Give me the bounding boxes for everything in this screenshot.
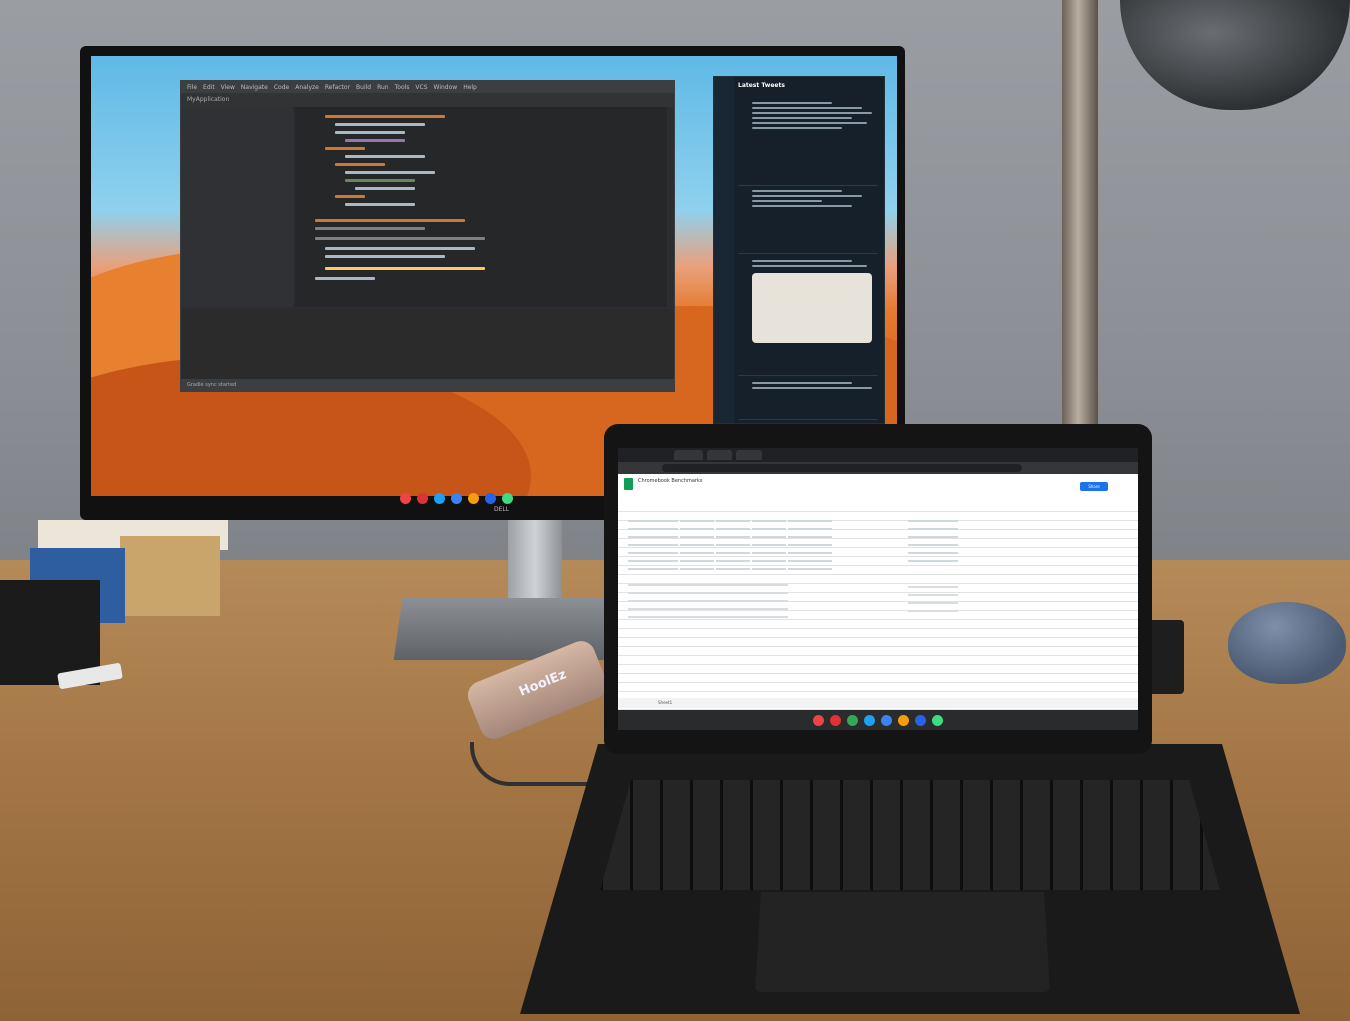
menu-item[interactable]: View	[221, 84, 235, 91]
gmail-icon[interactable]	[417, 492, 428, 504]
tweet[interactable]	[738, 187, 878, 254]
table-column	[752, 518, 786, 570]
floor-lamp-pole	[1062, 0, 1098, 430]
sheets-header: Chromebook Benchmarks Share	[618, 474, 1138, 505]
chrome-toolbar[interactable]	[618, 462, 1138, 474]
tweet[interactable]	[738, 379, 878, 420]
menu-item[interactable]: Help	[463, 84, 477, 91]
smart-speaker	[1228, 602, 1346, 684]
tweet[interactable]	[738, 99, 878, 186]
menu-item[interactable]: Build	[356, 84, 371, 91]
laptop-keyboard[interactable]	[600, 780, 1220, 890]
android-studio-icon[interactable]	[932, 714, 943, 726]
chromeos-shelf[interactable]	[618, 710, 1138, 730]
vscode-icon[interactable]	[485, 492, 496, 504]
address-bar[interactable]	[662, 464, 1022, 472]
menu-item[interactable]: Edit	[203, 84, 215, 91]
menu-item[interactable]: VCS	[415, 84, 427, 91]
table-column	[680, 518, 714, 570]
chrome-icon[interactable]	[400, 492, 411, 504]
laptop-trackpad[interactable]	[755, 892, 1050, 992]
monitor-stand-neck	[508, 520, 562, 610]
tweet-image[interactable]	[752, 273, 872, 343]
ide-menu-bar[interactable]: File Edit View Navigate Code Analyze Ref…	[181, 81, 674, 93]
sheets-icon	[624, 478, 633, 490]
files-icon[interactable]	[881, 714, 892, 726]
browser-tab[interactable]	[706, 450, 732, 460]
table-block	[628, 582, 788, 618]
share-button[interactable]: Share	[1080, 482, 1108, 491]
browser-tab[interactable]	[735, 450, 763, 460]
gmail-icon[interactable]	[830, 714, 841, 726]
chrome-tab-strip[interactable]	[618, 448, 1138, 462]
android-studio-icon[interactable]	[502, 492, 513, 504]
table-block	[908, 582, 958, 612]
monitor-brand-logo: DELL	[494, 506, 510, 513]
laptop-screen[interactable]: Chromebook Benchmarks Share Sheet1	[618, 448, 1138, 730]
chrome-icon[interactable]	[813, 714, 824, 726]
ide-build-output	[181, 309, 674, 379]
play-store-icon[interactable]	[847, 714, 858, 726]
menu-item[interactable]: File	[187, 84, 197, 91]
ide-project-panel[interactable]	[181, 107, 293, 307]
photos-icon[interactable]	[898, 714, 909, 726]
phone	[1148, 620, 1184, 694]
ide-status-bar: Gradle sync started	[181, 379, 674, 391]
tan-box	[120, 536, 220, 616]
sheet-tab[interactable]: Sheet1	[658, 700, 672, 705]
ide-project-bar: MyApplication	[181, 93, 674, 107]
ide-code-editor[interactable]	[295, 107, 667, 307]
files-icon[interactable]	[451, 492, 462, 504]
twitter-window[interactable]: Latest Tweets	[713, 76, 885, 424]
menu-item[interactable]: Run	[377, 84, 389, 91]
table-column	[908, 518, 958, 562]
menu-item[interactable]: Refactor	[325, 84, 350, 91]
menu-item[interactable]: Window	[434, 84, 458, 91]
menu-item[interactable]: Tools	[395, 84, 410, 91]
tweet[interactable]	[738, 257, 878, 376]
monitor-shelf[interactable]	[400, 488, 610, 508]
spreadsheet-grid[interactable]	[618, 504, 1138, 710]
twitter-nav-rail[interactable]	[714, 77, 734, 423]
vscode-icon[interactable]	[915, 714, 926, 726]
table-column	[788, 518, 832, 570]
menu-item[interactable]: Code	[274, 84, 289, 91]
twitter-icon[interactable]	[434, 492, 445, 504]
browser-tab[interactable]	[674, 450, 703, 460]
table-column	[716, 518, 750, 570]
table-column	[628, 518, 678, 570]
photos-icon[interactable]	[468, 492, 479, 504]
menu-item[interactable]: Analyze	[295, 84, 319, 91]
menu-item[interactable]: Navigate	[241, 84, 268, 91]
sheet-tabs[interactable]: Sheet1	[618, 698, 1138, 708]
android-studio-window[interactable]: File Edit View Navigate Code Analyze Ref…	[180, 80, 675, 392]
sheet-title[interactable]: Chromebook Benchmarks	[638, 478, 702, 484]
twitter-header: Latest Tweets	[738, 82, 785, 89]
twitter-icon[interactable]	[864, 714, 875, 726]
